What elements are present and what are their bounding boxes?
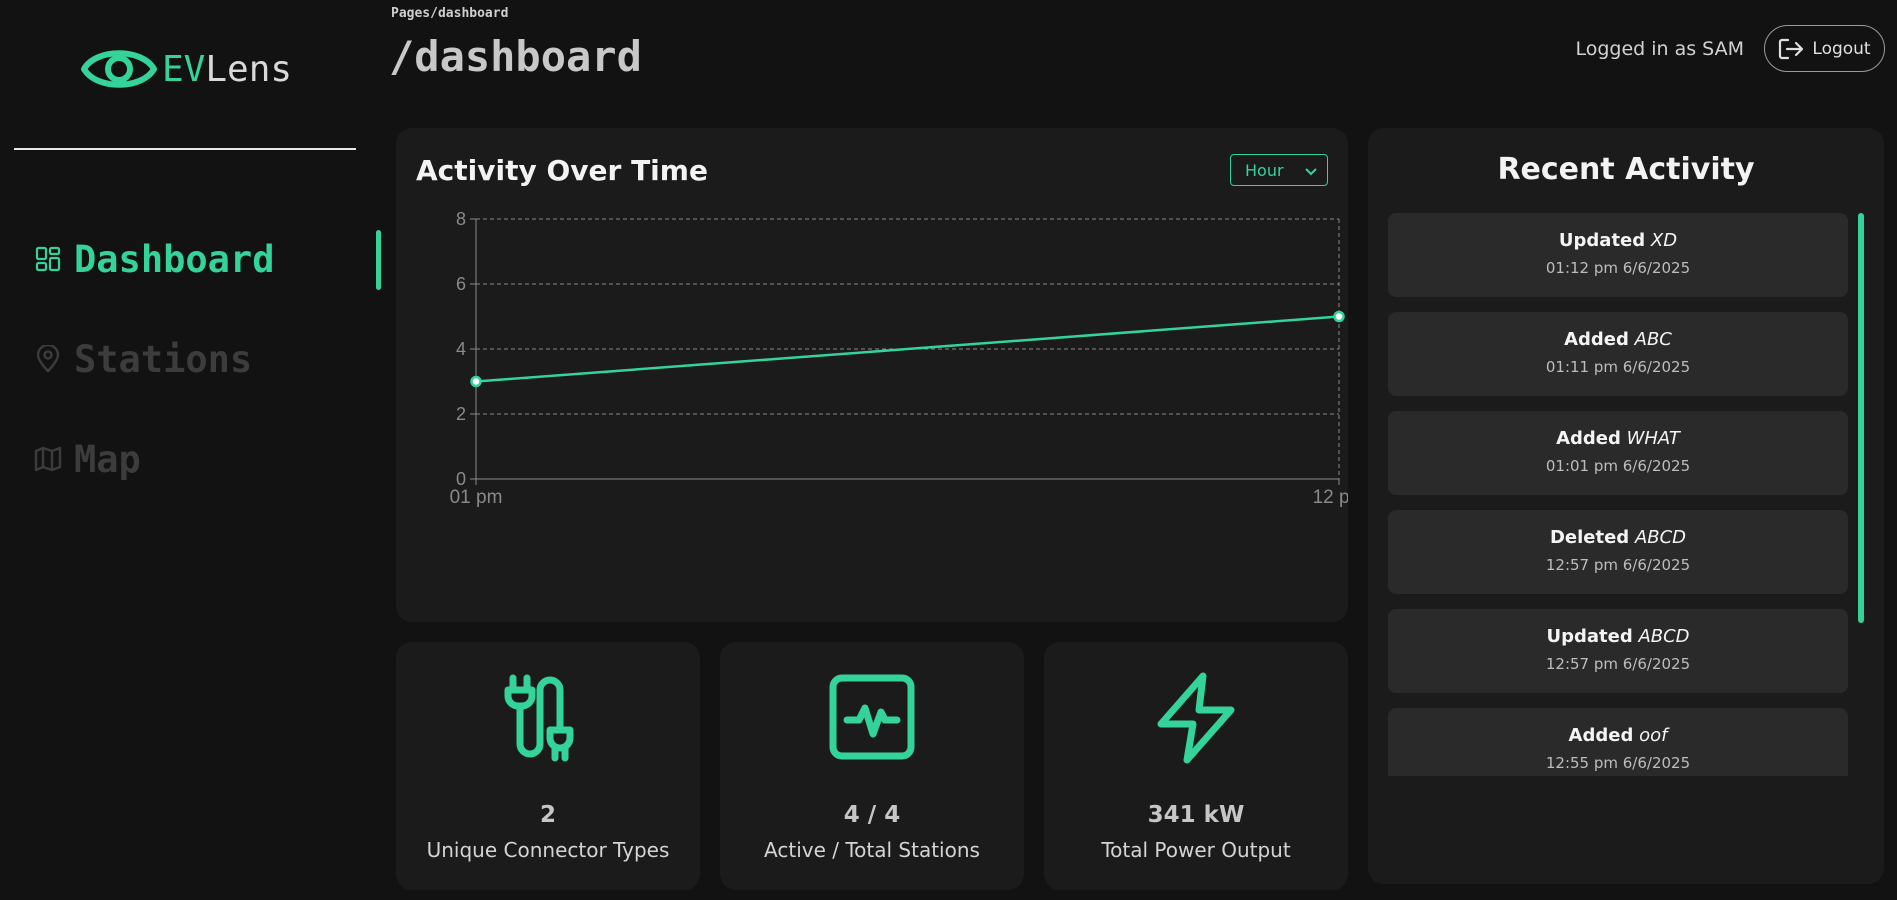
recent-activity-card: Recent Activity Updated XD 01:12 pm 6/6/… <box>1368 128 1884 884</box>
activity-action: Updated <box>1558 230 1646 251</box>
logout-button[interactable]: Logout <box>1764 25 1885 72</box>
sidebar-item-label: Stations <box>74 337 253 381</box>
activity-chart-card: Activity Over Time Hour 0246801 pm12 pm <box>396 128 1348 622</box>
activity-action: Added <box>1568 725 1634 746</box>
stat-label: Total Power Output <box>1101 838 1291 862</box>
breadcrumb: Pages/dashboard <box>391 6 509 21</box>
stat-value: 4 / 4 <box>843 802 901 828</box>
grid-icon <box>34 245 62 273</box>
stat-card-stations: 4 / 4 Active / Total Stations <box>720 642 1024 890</box>
activity-target: XD <box>1650 230 1678 251</box>
activity-target: WHAT <box>1626 428 1680 449</box>
activity-target: ABCD <box>1638 626 1690 647</box>
list-item[interactable]: Updated ABCD 12:57 pm 6/6/2025 <box>1388 609 1848 693</box>
stat-label: Unique Connector Types <box>426 838 670 862</box>
sidebar-divider <box>14 148 356 150</box>
y-tick-label: 8 <box>456 209 466 229</box>
activity-time: 12:55 pm 6/6/2025 <box>1545 754 1691 772</box>
map-icon <box>34 445 62 473</box>
activity-icon <box>829 674 915 760</box>
activity-target: oof <box>1639 725 1668 746</box>
x-tick-label: 12 pm <box>1313 487 1348 508</box>
activity-line-chart: 0 2 4 6 8 01 pm 12 pm <box>450 209 1348 508</box>
activity-time: 01:01 pm 6/6/2025 <box>1545 457 1691 475</box>
sidebar-item-dashboard[interactable]: Dashboard <box>34 234 274 284</box>
lightning-icon <box>1157 672 1235 764</box>
stat-label: Active / Total Stations <box>764 838 980 862</box>
data-point <box>470 375 482 388</box>
sidebar-item-label: Dashboard <box>74 237 275 281</box>
activity-action: Added <box>1564 329 1629 350</box>
y-tick-label: 2 <box>456 404 466 424</box>
stat-value: 341 kW <box>1147 802 1245 828</box>
data-point <box>1333 310 1345 323</box>
scrollbar-thumb[interactable] <box>1858 213 1864 623</box>
sidebar: EVLens Dashboard Stations Map <box>0 0 381 900</box>
plug-icon <box>504 674 574 762</box>
map-pin-icon <box>34 345 62 373</box>
activity-time: 01:11 pm 6/6/2025 <box>1545 358 1691 376</box>
stat-card-power: 341 kW Total Power Output <box>1044 642 1348 890</box>
list-item[interactable]: Added WHAT 01:01 pm 6/6/2025 <box>1388 411 1848 495</box>
sidebar-item-map[interactable]: Map <box>34 434 141 484</box>
logo-text: EVLens <box>162 48 293 90</box>
eye-icon <box>81 50 157 88</box>
logout-icon <box>1779 38 1804 59</box>
y-tick-label: 4 <box>456 339 466 359</box>
active-indicator <box>376 230 381 290</box>
activity-time: 01:12 pm 6/6/2025 <box>1545 259 1691 277</box>
logout-label: Logout <box>1812 38 1871 59</box>
list-item[interactable]: Added oof 12:55 pm 6/6/2025 <box>1388 708 1848 776</box>
y-tick-label: 0 <box>456 469 466 489</box>
sidebar-item-stations[interactable]: Stations <box>34 334 252 384</box>
page-title: /dashboard <box>389 32 642 81</box>
activity-action: Added <box>1556 428 1621 449</box>
activity-action: Deleted <box>1549 527 1630 548</box>
list-item[interactable]: Deleted ABCD 12:57 pm 6/6/2025 <box>1388 510 1848 594</box>
activity-time: 12:57 pm 6/6/2025 <box>1545 655 1691 673</box>
activity-action: Updated <box>1546 626 1633 647</box>
activity-time: 12:57 pm 6/6/2025 <box>1545 556 1691 574</box>
stat-value: 2 <box>539 802 556 828</box>
activity-target: ABCD <box>1634 527 1687 548</box>
user-label: Logged in as SAM <box>1575 38 1744 60</box>
recent-activity-title: Recent Activity <box>1497 152 1755 187</box>
list-item[interactable]: Added ABC 01:11 pm 6/6/2025 <box>1388 312 1848 396</box>
sidebar-item-label: Map <box>74 437 141 481</box>
list-item[interactable]: Updated XD 01:12 pm 6/6/2025 <box>1388 213 1848 297</box>
x-tick-label: 01 pm <box>450 487 503 508</box>
logo[interactable]: EVLens <box>80 38 292 100</box>
activity-list[interactable]: Updated XD 01:12 pm 6/6/2025 Added ABC 0… <box>1388 213 1848 776</box>
activity-target: ABC <box>1634 329 1672 350</box>
y-tick-label: 6 <box>456 274 466 294</box>
stat-card-connectors: 2 Unique Connector Types <box>396 642 700 890</box>
